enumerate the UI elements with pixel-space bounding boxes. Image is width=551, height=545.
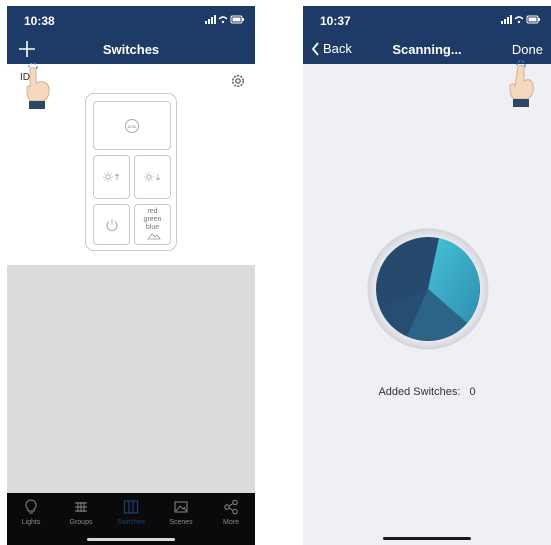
gear-icon[interactable] <box>230 73 246 89</box>
left-phone-screen: 10:38 Switches ID auto red green blue Li… <box>7 6 255 545</box>
right-phone-screen: 10:37 Back Scanning... Done Added Switch… <box>303 6 551 545</box>
pointing-hand-icon <box>509 60 534 107</box>
done-button[interactable]: Done <box>512 42 543 57</box>
status-time: 10:38 <box>24 14 55 28</box>
added-switches-count: 0 <box>469 386 476 398</box>
empty-list-area <box>7 265 255 493</box>
brightness-down-button[interactable] <box>134 155 171 199</box>
tab-label: Scenes <box>169 519 193 526</box>
auto-icon: auto <box>125 118 139 133</box>
tab-label: Groups <box>69 519 93 526</box>
color-label-green: green <box>143 216 162 223</box>
color-button[interactable]: red green blue <box>134 204 171 245</box>
color-label-red: red <box>147 208 158 215</box>
bulb-icon <box>25 499 37 514</box>
svg-text:auto: auto <box>128 124 137 129</box>
added-switches-label: Added Switches: <box>378 386 461 398</box>
color-mountain-icon <box>147 233 161 240</box>
tab-bar: Lights Groups Switches Scenes More <box>7 493 255 545</box>
status-bar: 10:37 <box>303 6 551 34</box>
page-title: Switches <box>102 42 160 57</box>
auto-button[interactable]: auto <box>93 101 171 150</box>
tab-scenes[interactable]: Scenes <box>161 499 201 526</box>
groups-icon <box>75 502 87 512</box>
system-status-icons <box>501 15 540 24</box>
system-status-icons <box>205 15 244 24</box>
tab-switches[interactable]: Switches <box>111 499 151 526</box>
pointing-hand-icon <box>26 62 50 109</box>
tab-label: Switches <box>116 519 145 526</box>
home-indicator <box>87 538 175 541</box>
tab-groups[interactable]: Groups <box>61 499 101 526</box>
sun-down-icon <box>143 172 160 182</box>
status-bar: 10:38 <box>7 6 255 34</box>
home-indicator <box>383 537 471 540</box>
remote-control: auto red green blue <box>85 93 177 251</box>
status-time: 10:37 <box>320 14 351 28</box>
tab-lights[interactable]: Lights <box>11 499 51 526</box>
scenes-icon <box>174 501 188 513</box>
switches-icon <box>123 500 139 514</box>
tab-more[interactable]: More <box>211 499 251 526</box>
scanning-radar <box>367 228 489 350</box>
added-switches-status: Added Switches: 0 <box>303 386 551 398</box>
color-label-blue: blue <box>145 224 160 231</box>
share-icon <box>224 499 238 515</box>
tab-label: More <box>223 519 239 526</box>
power-button[interactable] <box>93 204 130 245</box>
sun-up-icon <box>102 172 119 182</box>
tab-label: Lights <box>21 519 41 526</box>
power-icon <box>106 219 117 231</box>
nav-bar: Switches <box>7 34 255 64</box>
brightness-up-button[interactable] <box>93 155 130 199</box>
